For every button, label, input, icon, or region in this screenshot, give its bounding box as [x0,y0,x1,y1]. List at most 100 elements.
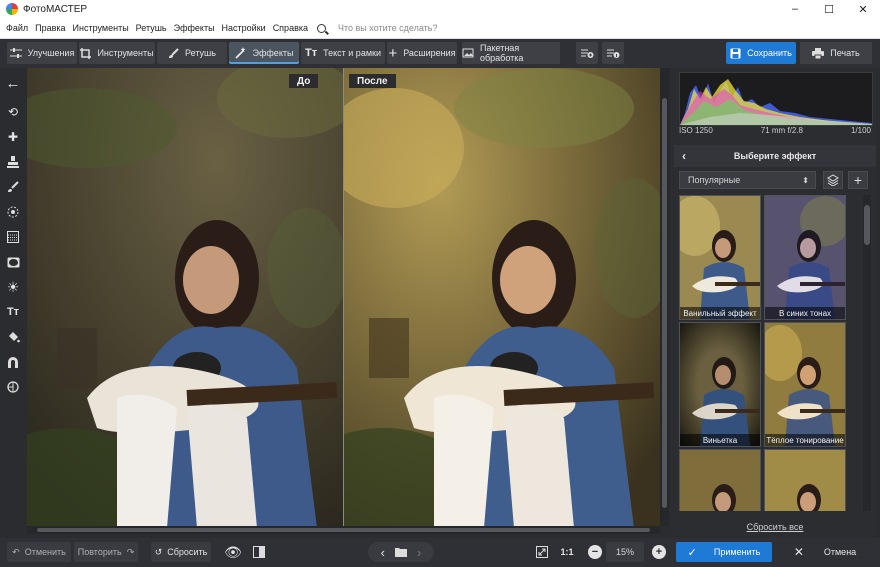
shape-tool-icon[interactable] [4,378,22,396]
compare-add-button[interactable] [576,42,598,64]
effect-thumbnail[interactable]: Виньетка [679,322,761,447]
actual-size-button[interactable]: 1:1 [556,542,578,562]
undo-label: Отменить [24,547,66,557]
magic-wand-icon [234,47,247,59]
title-bar: ФотоМАСТЕР – ☐ ✕ [0,0,880,18]
text-icon: Tт [305,47,318,59]
tab-label: Ретушь [185,48,216,58]
rotate-crop-icon[interactable]: ⟲ [4,103,22,121]
redo-button[interactable]: Повторить ↷ [74,542,138,562]
prev-chevron-icon[interactable]: ‹ [381,545,385,560]
paint-bucket-icon[interactable] [4,328,22,346]
zoom-in-button[interactable]: + [652,545,666,559]
gradient-filter-icon[interactable] [4,228,22,246]
canvas-horizontal-scrollbar[interactable] [27,526,660,534]
apply-label: Применить [713,547,761,557]
bandage-icon[interactable]: ✚ [4,128,22,146]
shutter-value: 1/100 [850,126,871,135]
print-button[interactable]: Печать [800,42,872,64]
scroll-thumb[interactable] [864,205,870,245]
effect-layers-button[interactable] [823,171,843,189]
minimize-button[interactable]: – [778,0,812,18]
tab-enhancements[interactable]: Улучшения [7,42,77,64]
undo-icon: ↶ [12,546,20,557]
radial-filter-icon[interactable] [4,203,22,221]
tab-label: Инструменты [97,48,154,58]
effect-thumbnail[interactable] [764,449,846,511]
menu-retouch[interactable]: Ретушь [136,23,167,33]
menu-file[interactable]: Файл [6,23,28,33]
menu-settings[interactable]: Настройки [222,23,266,33]
effect-thumbnail[interactable]: В синих тонах [764,195,846,320]
effect-label: Виньетка [680,434,760,446]
tab-retouch[interactable]: Ретушь [157,42,227,64]
redo-icon: ↷ [126,546,135,557]
image-stack-icon [462,48,474,58]
photo-canvas[interactable]: До После [27,68,660,526]
add-effect-button[interactable]: + [848,171,868,189]
redo-label: Повторить [77,547,122,557]
maximize-button[interactable]: ☐ [812,0,846,18]
brush-tool-icon[interactable] [4,178,22,196]
compare-info-button[interactable] [602,42,624,64]
scroll-thumb[interactable] [662,98,667,508]
close-window-button[interactable]: ✕ [846,0,880,18]
undo-button[interactable]: ↶ Отменить [7,542,71,562]
menu-effects[interactable]: Эффекты [174,23,215,33]
apply-button[interactable]: ✓ Применить [676,542,772,562]
magnet-icon[interactable] [4,353,22,371]
zoom-value[interactable]: 15% [606,542,644,562]
menu-tools[interactable]: Инструменты [73,23,129,33]
stamp-icon[interactable] [4,153,22,171]
save-button[interactable]: Сохранить [726,42,796,64]
menu-search[interactable]: Что вы хотите сделать? [317,23,439,33]
preview-eye-button[interactable]: 👁 [222,542,244,562]
tab-effects[interactable]: Эффекты [229,42,299,64]
effect-thumbnail[interactable] [679,449,761,511]
split-view-icon [253,546,265,558]
batch-processing-button[interactable]: Пакетная обработка [462,42,560,64]
menu-edit[interactable]: Правка [35,23,65,33]
text-tool-icon[interactable]: Tт [4,303,22,321]
tab-tools[interactable]: Инструменты [79,42,155,64]
effect-thumbnail[interactable]: Тёплое тонирование [764,322,846,447]
effect-thumbnail[interactable]: Ванильный эффект [679,195,761,320]
tab-extensions[interactable]: + Расширения [387,42,457,64]
crop-icon [80,47,92,59]
light-sun-icon[interactable]: ☀ [4,278,22,296]
floppy-disk-icon [730,48,741,59]
save-label: Сохранить [747,48,792,58]
cancel-button[interactable]: ✕ Отмена [776,542,874,562]
compare-toggle-button[interactable] [248,542,270,562]
print-label: Печать [830,48,860,58]
cancel-label: Отмена [823,547,857,557]
exif-info: ISO 1250 71 mm f/2.8 1/100 [679,126,871,138]
fit-screen-button[interactable] [532,542,552,562]
minus-icon: − [591,546,599,558]
back-chevron-icon[interactable]: ‹ [682,149,686,163]
search-placeholder[interactable]: Что вы хотите сделать? [338,23,438,33]
after-photo: После [344,68,660,526]
next-chevron-icon[interactable]: › [417,545,421,560]
scroll-thumb[interactable] [37,528,650,532]
zoom-out-button[interactable]: − [588,545,602,559]
back-arrow-icon[interactable]: ← [4,74,22,92]
image-navigation: ‹ › [368,542,434,562]
effects-scrollbar[interactable] [863,195,871,511]
tab-label: Расширения [403,48,456,58]
canvas-vertical-scrollbar[interactable] [660,68,669,526]
reset-label: Сбросить [167,547,208,557]
layers-add-icon [580,47,594,59]
tab-text-frames[interactable]: Tт Текст и рамки [301,42,385,64]
reset-all-link[interactable]: Сбросить все [674,522,876,532]
vignette-icon[interactable] [4,253,22,271]
tab-label: Улучшения [27,48,75,58]
app-logo-icon [6,3,18,15]
effect-category-select[interactable]: Популярные ⬍ [679,171,816,189]
menu-help[interactable]: Справка [273,23,308,33]
reset-button[interactable]: ↺ Сбросить [151,542,211,562]
lens-value: 71 mm f/2.8 [760,126,804,135]
plus-icon: + [388,44,398,62]
folder-icon[interactable] [395,547,407,557]
effects-grid: Ванильный эффект В синих тонах Виньетка … [679,195,861,511]
